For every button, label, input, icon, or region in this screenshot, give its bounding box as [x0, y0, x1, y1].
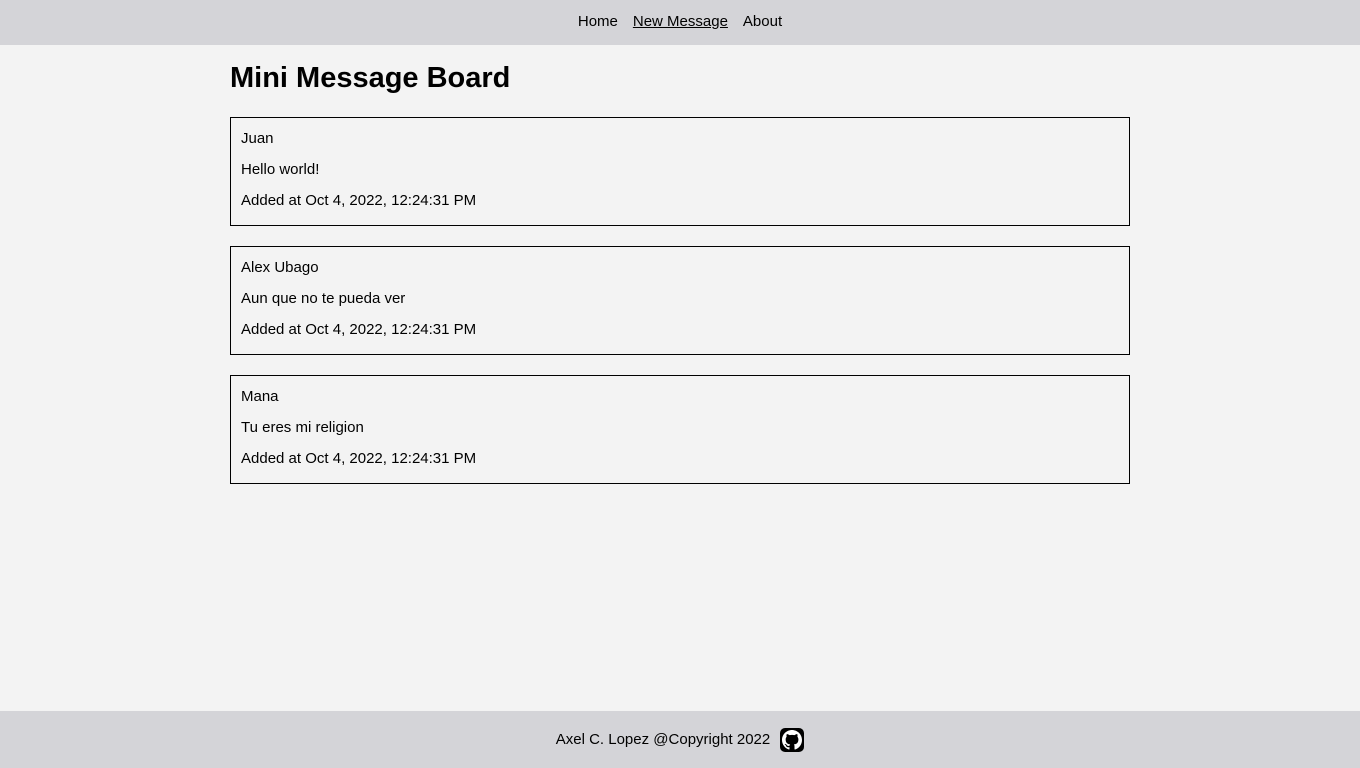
message-user: Alex Ubago — [241, 259, 319, 276]
footer-copyright: Axel C. Lopez @Copyright 2022 — [555, 731, 771, 748]
message-card: Mana Tu eres mi religion Added at Oct 4,… — [230, 375, 1130, 484]
message-user: Juan — [241, 130, 274, 147]
message-card: Alex Ubago Aun que no te pueda ver Added… — [230, 246, 1130, 355]
github-icon[interactable] — [780, 727, 805, 752]
nav-new-message-link[interactable]: New Message — [633, 13, 728, 32]
message-timestamp: Added at Oct 4, 2022, 12:24:31 PM — [241, 321, 477, 338]
footer: Axel C. Lopez @Copyright 2022 — [0, 711, 1360, 768]
message-user: Mana — [241, 388, 279, 405]
message-list: Juan Hello world! Added at Oct 4, 2022, … — [230, 117, 1130, 484]
nav-about-link[interactable]: About — [743, 13, 782, 32]
page-title: Mini Message Board — [230, 62, 511, 94]
message-text: Tu eres mi religion — [241, 419, 364, 436]
message-timestamp: Added at Oct 4, 2022, 12:24:31 PM — [241, 450, 477, 467]
nav-home-link[interactable]: Home — [578, 13, 618, 32]
top-nav: Home New Message About — [0, 0, 1360, 45]
message-timestamp: Added at Oct 4, 2022, 12:24:31 PM — [241, 192, 477, 209]
message-text: Aun que no te pueda ver — [241, 290, 406, 307]
message-card: Juan Hello world! Added at Oct 4, 2022, … — [230, 117, 1130, 226]
message-text: Hello world! — [241, 161, 320, 178]
main-content: Mini Message Board Juan Hello world! Add… — [230, 45, 1130, 504]
